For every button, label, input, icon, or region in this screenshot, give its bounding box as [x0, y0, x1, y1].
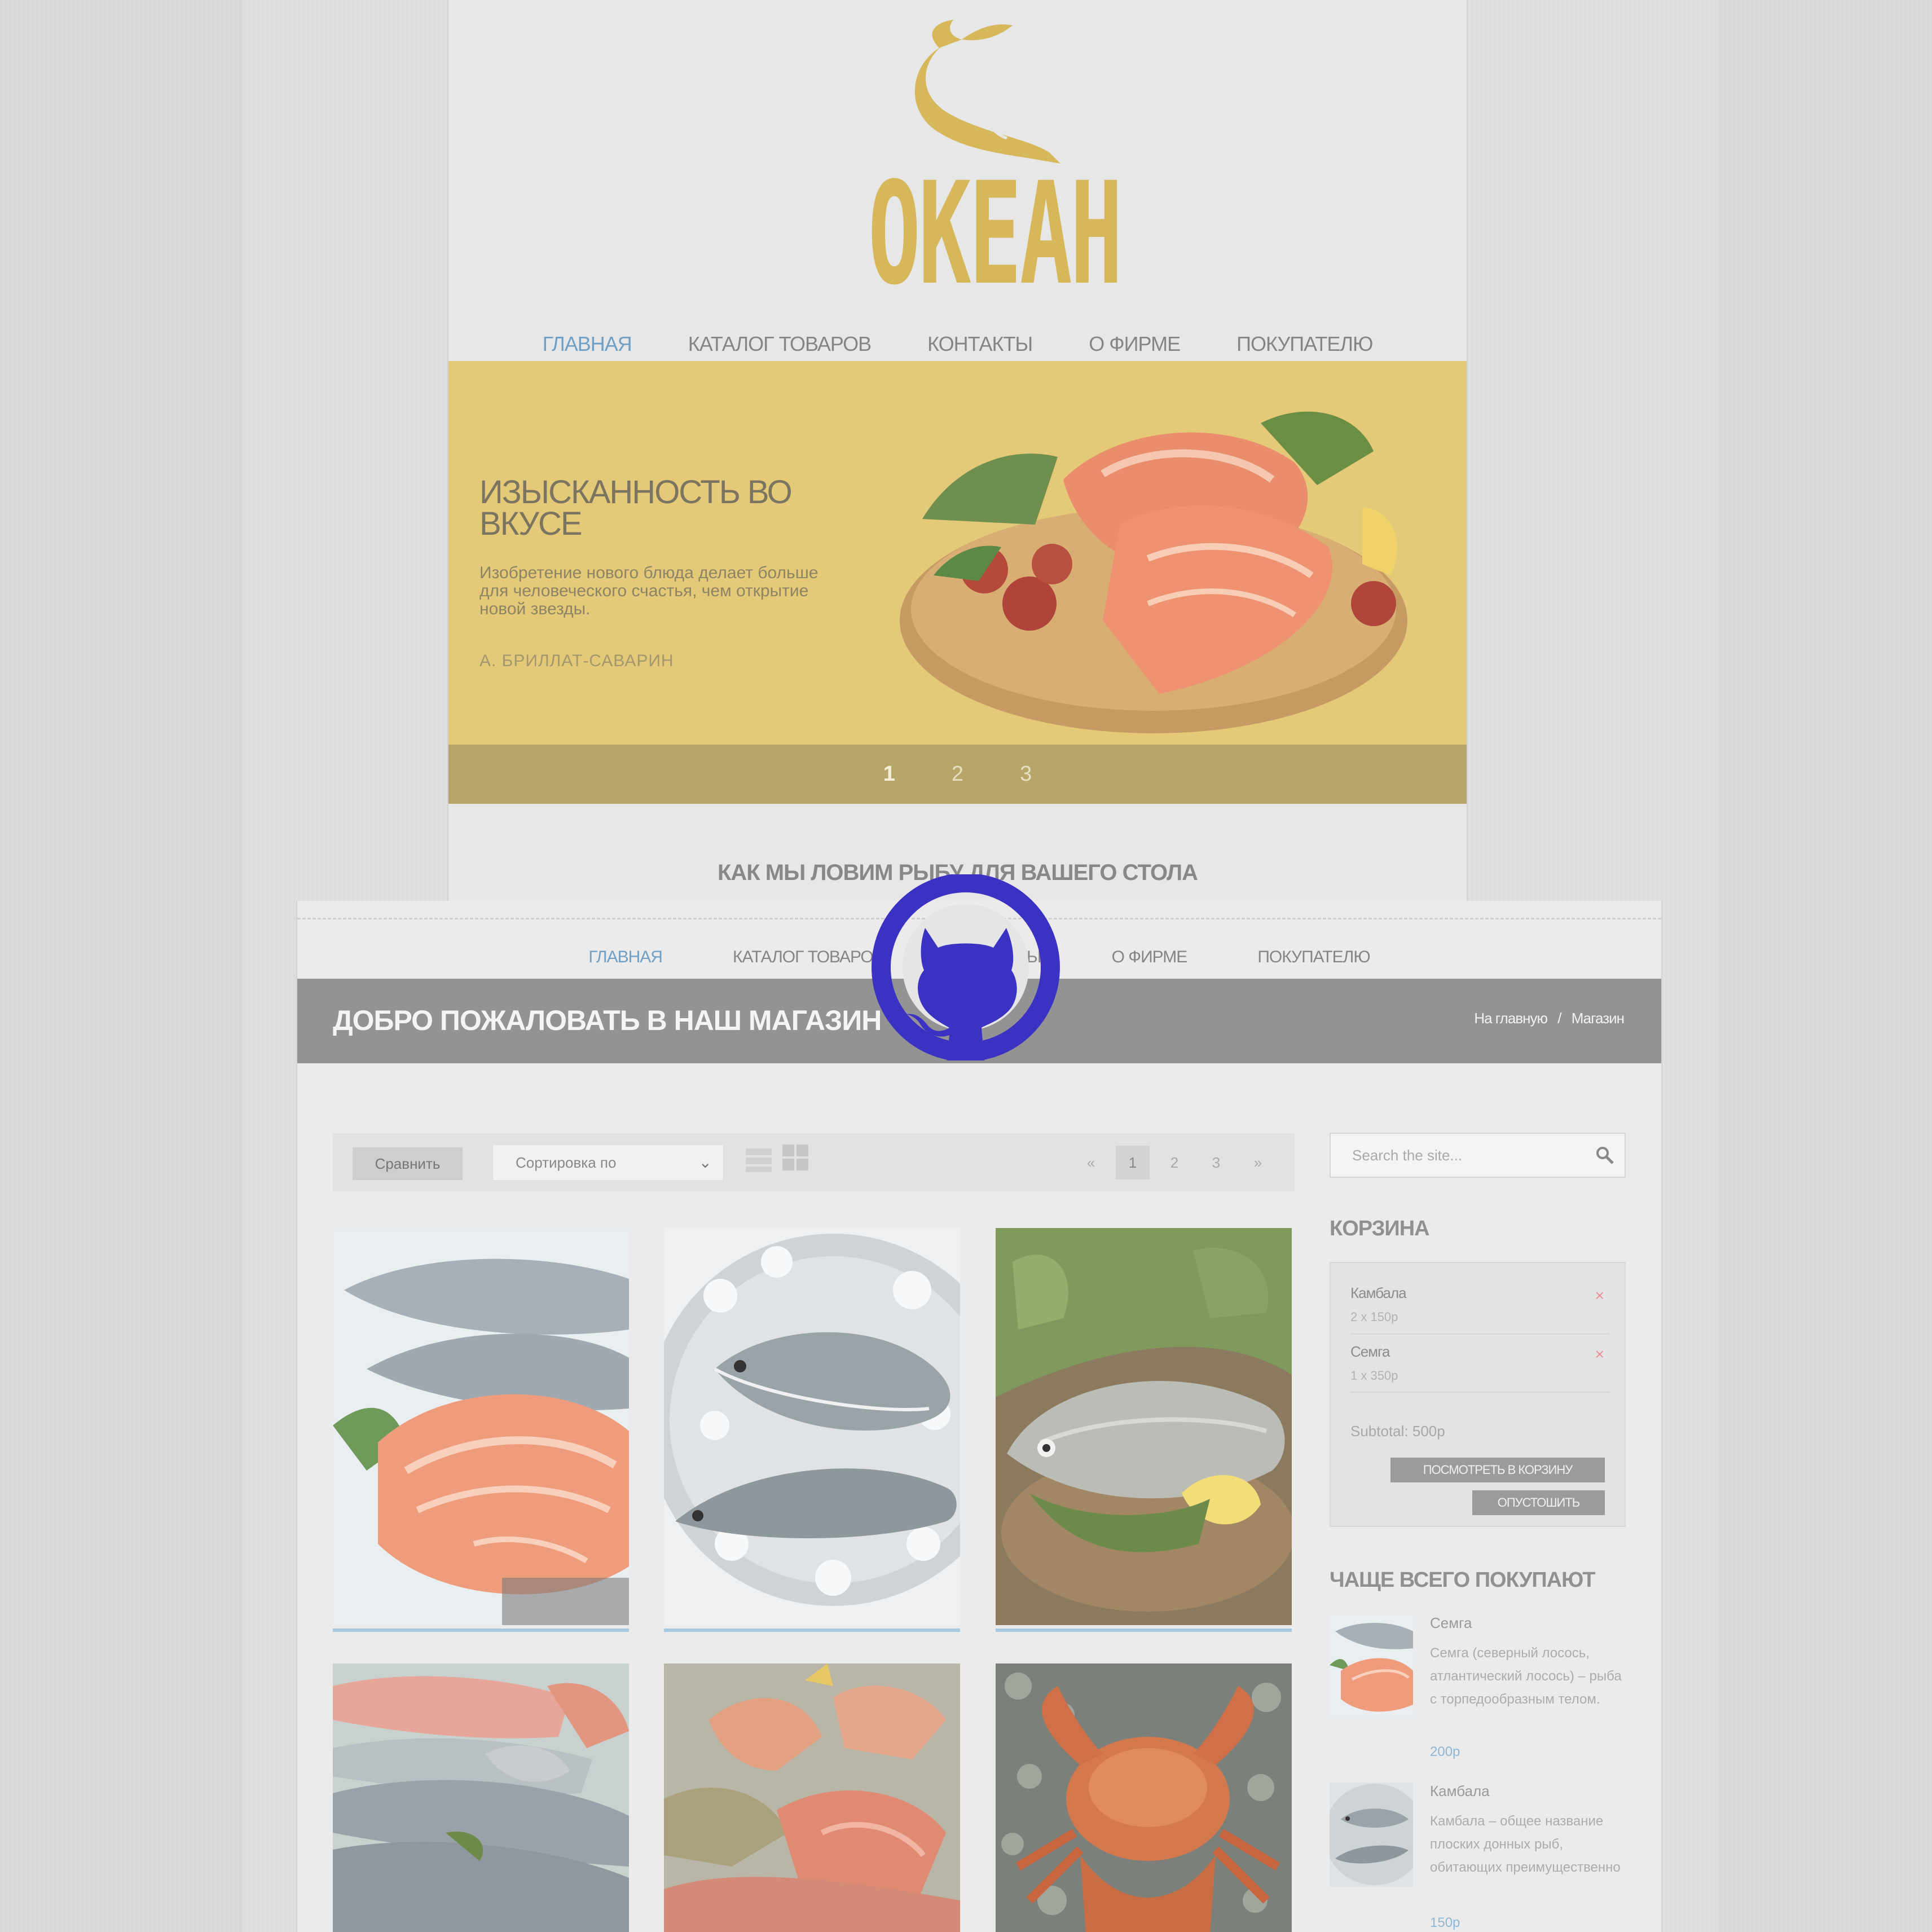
hero-slider: ИЗЫСКАННОСТЬ ВО ВКУСЕ Изобретение нового… — [448, 361, 1467, 804]
right-shade — [1718, 0, 1932, 1932]
popular-item-price: 200р — [1430, 1744, 1460, 1759]
page-title: ДОБРО ПОЖАЛОВАТЬ В НАШ МАГАЗИН — [333, 1005, 882, 1036]
nav-buyer[interactable]: ПОКУПАТЕЛЮ — [1257, 948, 1370, 967]
product-card-assorted-fish[interactable] — [664, 1663, 960, 1932]
product-card-crab[interactable] — [996, 1663, 1292, 1932]
cart-widget-title: КОРЗИНА — [1330, 1217, 1430, 1240]
fish-logo-icon — [914, 20, 1060, 164]
popular-item-flounder: Камбала Камбала – общее название плоских… — [1330, 1783, 1626, 1932]
page-1-button[interactable]: 1 — [1116, 1146, 1150, 1180]
popular-item-price: 150р — [1430, 1915, 1460, 1930]
nav-catalog[interactable]: КАТАЛОГ ТОВАРОВ — [688, 332, 872, 356]
sort-select[interactable]: Сортировка по ⌄ — [492, 1145, 724, 1181]
slide-3-button[interactable]: 3 — [1020, 762, 1032, 786]
breadcrumb-current: Магазин — [1571, 1010, 1625, 1027]
view-cart-button[interactable]: ПОСМОТРЕТЬ В КОРЗИНУ — [1390, 1458, 1605, 1482]
cart-item-qty: 1 x 350р — [1350, 1368, 1398, 1383]
product-card-carp[interactable] — [996, 1228, 1292, 1632]
nav-catalog[interactable]: КАТАЛОГ ТОВАРОВ — [733, 948, 884, 967]
site-logo[interactable]: ОКЕАН — [812, 17, 1123, 305]
search-input[interactable]: Search the site... — [1330, 1133, 1626, 1178]
breadcrumb-separator: / — [1557, 1010, 1561, 1027]
product-card-redfish[interactable] — [333, 1663, 629, 1932]
chevron-down-icon: ⌄ — [698, 1154, 712, 1171]
breadcrumb: На главную / Магазин — [1471, 1010, 1627, 1027]
nav-home[interactable]: ГЛАВНАЯ — [588, 948, 663, 967]
cart-divider — [1350, 1334, 1610, 1335]
cart-item: Камбала 2 x 150р × — [1350, 1284, 1610, 1324]
cart-item-name[interactable]: Семга — [1350, 1343, 1610, 1361]
pagination: « 1 2 3 » — [1074, 1146, 1275, 1180]
breadcrumb-home-link[interactable]: На главную — [1474, 1010, 1548, 1027]
product-image-redfish — [333, 1663, 629, 1932]
popular-widget-title: ЧАЩЕ ВСЕГО ПОКУПАЮТ — [1330, 1568, 1596, 1592]
github-icon[interactable] — [872, 874, 1060, 1060]
nav-buyer[interactable]: ПОКУПАТЕЛЮ — [1236, 332, 1373, 356]
product-image-salmon — [333, 1228, 629, 1625]
hero-author: А. БРИЛЛАТ-САВАРИН — [479, 652, 674, 670]
cart-item: Семга 1 x 350р × — [1350, 1343, 1610, 1383]
popular-item-name[interactable]: Семга — [1430, 1614, 1472, 1632]
product-image-crab — [996, 1663, 1292, 1932]
slide-2-button[interactable]: 2 — [952, 762, 963, 786]
remove-item-icon[interactable]: × — [1595, 1345, 1604, 1363]
cart-widget: Камбала 2 x 150р × Семга 1 x 350р × Subt… — [1330, 1262, 1626, 1527]
hero-quote: Изобретение нового блюда делает больше д… — [479, 564, 818, 618]
homepage-nav: ГЛАВНАЯ КАТАЛОГ ТОВАРОВ КОНТАКТЫ О ФИРМЕ… — [448, 327, 1467, 361]
popular-item-thumb[interactable] — [1330, 1783, 1413, 1887]
search-icon[interactable] — [1595, 1145, 1615, 1165]
nav-about[interactable]: О ФИРМЕ — [1112, 948, 1188, 967]
product-image-carp — [996, 1228, 1292, 1625]
page-3-button[interactable]: 3 — [1199, 1146, 1233, 1180]
product-image-dorado — [664, 1228, 960, 1625]
list-view-icon[interactable] — [745, 1146, 773, 1174]
popular-item-thumb[interactable] — [1330, 1614, 1413, 1719]
popular-item-description: Семга (северный лосось, атлантический ло… — [1430, 1645, 1622, 1707]
empty-cart-button[interactable]: ОПУСТОШИТЬ — [1472, 1490, 1605, 1515]
grid-view-icon[interactable] — [781, 1143, 809, 1172]
popular-item-name[interactable]: Камбала — [1430, 1783, 1490, 1800]
remove-item-icon[interactable]: × — [1595, 1287, 1604, 1305]
page-prev-button[interactable]: « — [1074, 1146, 1108, 1180]
popular-item-salmon: Семга Семга (северный лосось, атлантичес… — [1330, 1614, 1626, 1772]
nav-about[interactable]: О ФИРМЕ — [1089, 332, 1181, 356]
product-image-assorted-fish — [664, 1663, 960, 1932]
nav-home[interactable]: ГЛАВНАЯ — [543, 332, 632, 356]
product-card-salmon[interactable] — [333, 1228, 629, 1632]
cart-item-name[interactable]: Камбала — [1350, 1284, 1610, 1302]
sort-select-value: Сортировка по — [516, 1154, 617, 1171]
left-shade — [0, 0, 243, 1932]
product-card-dorado[interactable] — [664, 1228, 960, 1632]
nav-contacts[interactable]: КОНТАКТЫ — [927, 332, 1033, 356]
cart-subtotal: Subtotal: 500р — [1350, 1423, 1445, 1440]
salmon-platter-image — [900, 411, 1407, 733]
slider-pagination: 1 2 3 — [448, 745, 1467, 804]
cart-divider — [1350, 1392, 1610, 1393]
hero-title: ИЗЫСКАННОСТЬ ВО ВКУСЕ — [479, 474, 793, 542]
logo-text: ОКЕАН — [868, 152, 1123, 316]
page-next-button[interactable]: » — [1241, 1146, 1275, 1180]
shop-toolbar: Сравнить Сортировка по ⌄ « 1 2 3 » — [333, 1133, 1295, 1191]
popular-item-description: Камбала – общее название плоских донных … — [1430, 1814, 1621, 1875]
homepage-screenshot: ОКЕАН ГЛАВНАЯ КАТАЛОГ ТОВАРОВ КОНТАКТЫ О… — [447, 0, 1468, 903]
slide-1-button[interactable]: 1 — [883, 762, 895, 786]
compare-button[interactable]: Сравнить — [353, 1147, 463, 1180]
page-2-button[interactable]: 2 — [1158, 1146, 1191, 1180]
cart-item-qty: 2 x 150р — [1350, 1310, 1398, 1324]
